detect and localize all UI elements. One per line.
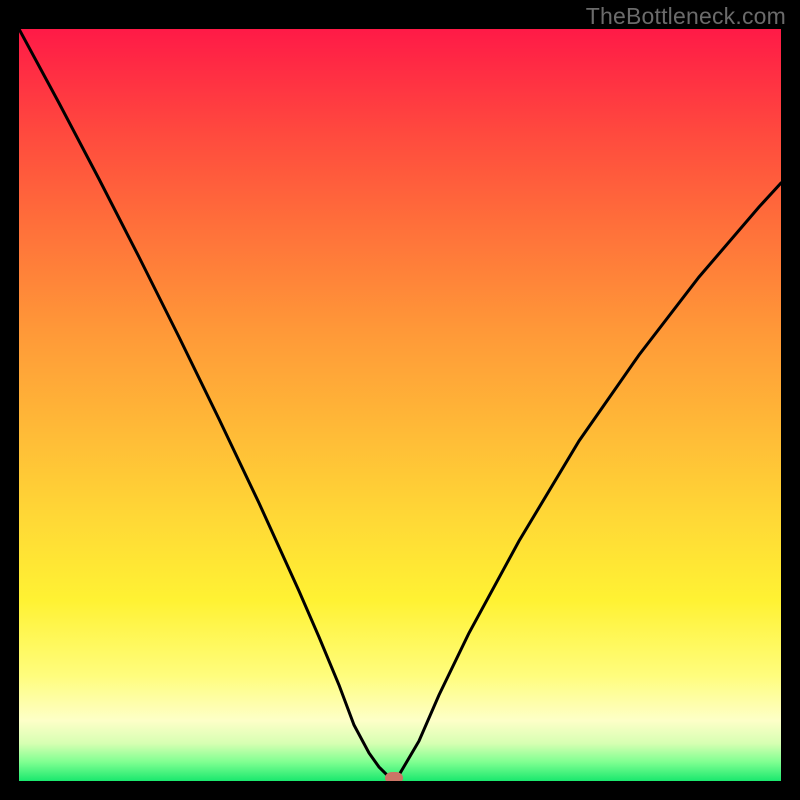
plot-area [19,29,781,781]
minimum-point-marker [385,772,403,781]
bottleneck-curve [19,29,781,781]
chart-frame: TheBottleneck.com [0,0,800,800]
watermark-text: TheBottleneck.com [586,3,786,30]
